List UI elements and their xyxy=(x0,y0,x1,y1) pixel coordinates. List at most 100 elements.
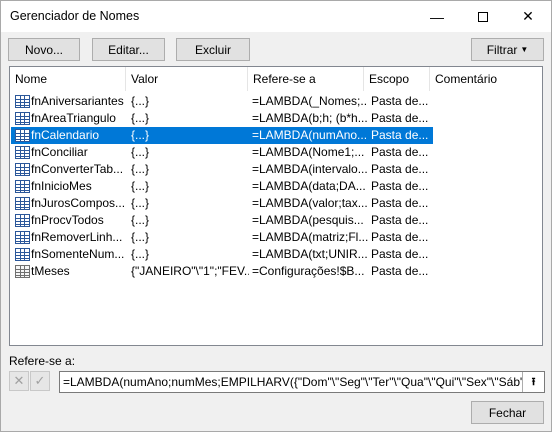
cell-name: fnAniversariantes xyxy=(31,94,124,108)
table-name-icon xyxy=(15,231,30,244)
table-name-icon xyxy=(15,95,30,108)
refers-to-input[interactable]: =LAMBDA(numAno;numMes;EMPILHARV({"Dom"\"… xyxy=(59,371,545,393)
filter-button-label: Filtrar xyxy=(486,42,518,57)
delete-button[interactable]: Excluir xyxy=(176,38,250,61)
cancel-edit-button[interactable]: ✕ xyxy=(9,371,29,391)
table-row[interactable]: fnConciliar {...} =LAMBDA(Nome1;... Pasta d… xyxy=(11,144,433,161)
cell-refers: =LAMBDA(intervalo... xyxy=(252,162,368,176)
edit-button-label: Editar... xyxy=(108,42,149,57)
edit-button[interactable]: Editar... xyxy=(92,38,165,61)
cell-value: {...} xyxy=(131,162,150,176)
cell-value: {...} xyxy=(131,128,150,142)
cell-value: {...} xyxy=(131,111,150,125)
cell-scope: Pasta de... xyxy=(371,111,429,125)
table-row[interactable]: fnInicioMes {...} =LAMBDA(data;DA... Pasta … xyxy=(11,178,433,195)
maximize-button[interactable] xyxy=(461,1,505,32)
cell-refers: =LAMBDA(matriz;Fl... xyxy=(252,230,368,244)
cell-refers: =LAMBDA(b;h; (b*h... xyxy=(252,111,368,125)
cell-name: tMeses xyxy=(31,264,70,278)
cell-value: {"JANEIRO"\"1";"FEV... xyxy=(131,264,249,278)
maximize-icon xyxy=(478,11,488,22)
cell-value: {...} xyxy=(131,179,150,193)
table-name-icon xyxy=(15,214,30,227)
table-row[interactable]: fnJurosCompos... {...} =LAMBDA(valor;tax..… xyxy=(11,195,433,212)
cell-scope: Pasta de... xyxy=(371,128,429,142)
cell-refers: =LAMBDA(_Nomes;... xyxy=(252,94,368,108)
cell-name: fnJurosCompos... xyxy=(31,196,126,210)
cell-value: {...} xyxy=(131,94,150,108)
cell-scope: Pasta de... xyxy=(371,213,429,227)
table-name-icon xyxy=(15,248,30,261)
close-button-label: Fechar xyxy=(488,405,527,420)
confirm-check-icon: ✓ xyxy=(34,373,46,388)
cell-refers: =LAMBDA(Nome1;... xyxy=(252,145,365,159)
names-list[interactable]: Nome Valor Refere-se a Escopo Comentário… xyxy=(9,66,543,346)
cell-scope: Pasta de... xyxy=(371,247,429,261)
column-header-name[interactable]: Nome xyxy=(10,67,126,91)
title-bar: Gerenciador de Nomes — ✕ xyxy=(1,1,551,32)
column-header-refers-to[interactable]: Refere-se a xyxy=(248,67,364,91)
cell-name: fnAreaTriangulo xyxy=(31,111,116,125)
table-row[interactable]: fnAniversariantes {...} =LAMBDA(_Nomes;...… xyxy=(11,93,433,110)
cell-value: {...} xyxy=(131,196,150,210)
close-icon: ✕ xyxy=(522,8,534,24)
window-title: Gerenciador de Nomes xyxy=(10,9,140,23)
cell-name: fnCalendario xyxy=(31,128,100,142)
cell-value: {...} xyxy=(131,213,150,227)
column-header-scope[interactable]: Escopo xyxy=(364,67,430,91)
cell-refers: =LAMBDA(pesquis... xyxy=(252,213,364,227)
cell-name: fnProcvTodos xyxy=(31,213,104,227)
table-name-icon xyxy=(15,129,30,142)
table-row[interactable]: fnSomenteNum... {...} =LAMBDA(txt;UNIR... P… xyxy=(11,246,433,263)
table-row[interactable]: fnConverterTab... {...} =LAMBDA(intervalo.… xyxy=(11,161,433,178)
cell-name: fnConciliar xyxy=(31,145,88,159)
cell-refers: =LAMBDA(valor;tax... xyxy=(252,196,368,210)
cell-refers: =LAMBDA(data;DA... xyxy=(252,179,366,193)
column-header-comment[interactable]: Comentário xyxy=(430,67,542,91)
minimize-icon: — xyxy=(430,8,444,25)
new-button-label: Novo... xyxy=(24,42,63,57)
cell-scope: Pasta de... xyxy=(371,94,429,108)
cell-name: fnConverterTab... xyxy=(31,162,124,176)
table-row[interactable]: fnAreaTriangulo {...} =LAMBDA(b;h; (b*h...… xyxy=(11,110,433,127)
cell-value: {...} xyxy=(131,145,150,159)
collapse-dialog-icon: ⭱ xyxy=(531,375,536,388)
cell-scope: Pasta de... xyxy=(371,264,429,278)
table-name-icon xyxy=(15,163,30,176)
cell-scope: Pasta de... xyxy=(371,162,429,176)
table-row[interactable]: fnProcvTodos {...} =LAMBDA(pesquis... Pasta… xyxy=(11,212,433,229)
confirm-edit-button[interactable]: ✓ xyxy=(30,371,50,391)
table-row[interactable]: tMeses {"JANEIRO"\"1";"FEV... =Configuraçõ… xyxy=(11,263,433,280)
collapse-dialog-button[interactable]: ⭱ xyxy=(522,372,544,392)
table-row[interactable]: fnCalendario {...} =LAMBDA(numAno... Pasta … xyxy=(11,127,433,144)
cancel-x-icon: ✕ xyxy=(13,373,25,388)
close-button[interactable]: Fechar xyxy=(471,401,544,424)
table-name-icon xyxy=(15,112,30,125)
cell-scope: Pasta de... xyxy=(371,230,429,244)
cell-value: {...} xyxy=(131,230,150,244)
table-name-icon xyxy=(15,146,30,159)
delete-button-label: Excluir xyxy=(194,42,231,57)
cell-refers: =LAMBDA(numAno... xyxy=(252,128,368,142)
cell-scope: Pasta de... xyxy=(371,145,429,159)
new-button[interactable]: Novo... xyxy=(8,38,80,61)
cell-refers: =Configurações!$B... xyxy=(252,264,365,278)
close-window-button[interactable]: ✕ xyxy=(506,1,550,32)
cell-scope: Pasta de... xyxy=(371,196,429,210)
cell-scope: Pasta de... xyxy=(371,179,429,193)
refers-to-formula: =LAMBDA(numAno;numMes;EMPILHARV({"Dom"\"… xyxy=(63,375,545,389)
cell-refers: =LAMBDA(txt;UNIR... xyxy=(252,247,368,261)
refers-to-label: Refere-se a: xyxy=(9,354,76,368)
table-row[interactable]: fnRemoverLinh... {...} =LAMBDA(matriz;Fl..… xyxy=(11,229,433,246)
table-name-icon xyxy=(15,180,30,193)
filter-button[interactable]: Filtrar ▼ xyxy=(471,38,544,61)
minimize-button[interactable]: — xyxy=(415,1,459,32)
cell-name: fnRemoverLinh... xyxy=(31,230,123,244)
table-name-icon xyxy=(15,197,30,210)
table-icon xyxy=(15,265,30,278)
cell-name: fnSomenteNum... xyxy=(31,247,125,261)
column-header-value[interactable]: Valor xyxy=(126,67,248,91)
dropdown-arrow-icon: ▼ xyxy=(520,45,529,54)
cell-value: {...} xyxy=(131,247,150,261)
cell-name: fnInicioMes xyxy=(31,179,92,193)
